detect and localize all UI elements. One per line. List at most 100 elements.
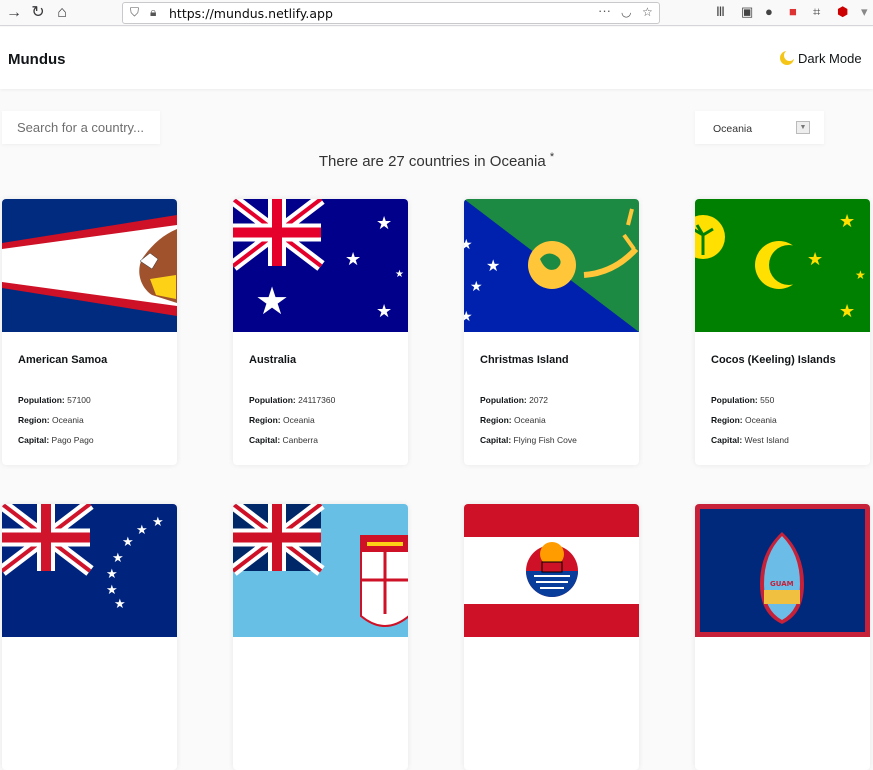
country-card[interactable]: ★ ★ ★ ★ ★ Australia Population: 24117360… [233,199,408,465]
region-stat: Region: Oceania [249,415,315,425]
grid-extension-icon[interactable]: ⌗ [813,4,820,20]
region-stat: Region: Oceania [711,415,777,425]
region-stat: Region: Oceania [480,415,546,425]
capital-value: Pago Pago [51,435,94,445]
population-label: Population: [711,395,758,405]
capital-stat: Capital: Flying Fish Cove [480,435,577,445]
browser-toolbar: → ↻ ⌂ ⛉ 🔒︎ https://mundus.netlify.app ··… [0,0,873,26]
country-name[interactable]: Australia [249,354,296,366]
svg-text:★: ★ [112,551,124,566]
page-actions-icon[interactable]: ··· [598,3,611,18]
moon-icon [780,50,795,65]
svg-text:GUAM: GUAM [770,580,794,588]
country-name[interactable]: Cocos (Keeling) Islands [711,354,836,366]
pocket-icon[interactable]: ◡ [621,5,631,19]
country-card[interactable]: ★ ★ ★ ★ Cocos (Keeling) Islands Populati… [695,199,870,465]
lock-icon: 🔒︎ [150,5,157,19]
flag-christmas-island: ★ ★ ★ ★ [464,199,639,332]
country-card[interactable] [464,504,639,770]
country-card[interactable]: American Samoa Population: 57100 Region:… [2,199,177,465]
dark-mode-label: Dark Mode [798,51,862,66]
population-stat: Population: 550 [711,395,774,405]
population-label: Population: [249,395,296,405]
svg-text:★: ★ [839,211,855,232]
region-label: Region: [249,415,281,425]
flag-french-polynesia [464,504,639,637]
svg-text:★: ★ [136,523,148,538]
region-stat: Region: Oceania [18,415,84,425]
capital-value: Flying Fish Cove [513,435,577,445]
region-value: Oceania [745,415,777,425]
country-card[interactable] [233,504,408,770]
capital-stat: Capital: Pago Pago [18,435,94,445]
flag-cocos-islands: ★ ★ ★ ★ [695,199,870,332]
summary-note: * [549,151,555,163]
app-header: Mundus Dark Mode [0,27,873,89]
home-icon[interactable]: ⌂ [52,3,72,23]
svg-text:★: ★ [855,268,866,282]
population-label: Population: [480,395,527,405]
flag-american-samoa [2,199,177,332]
svg-text:★: ★ [807,249,823,270]
population-value: 57100 [67,395,91,405]
population-value: 24117360 [298,395,336,405]
svg-text:★: ★ [106,567,118,582]
ublock-icon[interactable]: ⬢ [837,4,848,20]
capital-label: Capital: [249,435,281,445]
svg-text:★: ★ [470,279,483,295]
country-card[interactable]: GUAM [695,504,870,770]
region-label: Region: [711,415,743,425]
svg-text:★: ★ [464,237,473,253]
overflow-icon[interactable]: ▾ [861,4,868,20]
summary-prefix: There are [318,153,389,170]
svg-text:★: ★ [486,256,500,275]
dark-mode-toggle[interactable]: Dark Mode [780,50,862,66]
svg-text:★: ★ [839,301,855,322]
population-value: 550 [760,395,775,405]
search-input[interactable] [2,111,160,144]
results-summary: There are 27 countries in Oceania * [0,151,873,170]
flag-guam: GUAM [695,504,870,637]
flag-australia: ★ ★ ★ ★ ★ [233,199,408,332]
capital-label: Capital: [18,435,50,445]
flag-fiji [233,504,408,637]
reload-icon[interactable]: ↻ [28,3,48,23]
forward-icon[interactable]: → [4,3,24,23]
shield-icon[interactable]: ⛉ [130,5,139,20]
population-stat: Population: 2072 [480,395,548,405]
region-select[interactable]: Oceania ▼ [695,111,824,144]
svg-text:★: ★ [255,279,289,323]
bookmark-star-icon[interactable]: ☆ [642,5,653,19]
capital-label: Capital: [480,435,512,445]
country-name[interactable]: American Samoa [18,354,107,366]
region-value: Oceania [283,415,315,425]
svg-text:★: ★ [152,515,164,530]
population-label: Population: [18,395,65,405]
region-label: Region: [18,415,50,425]
capital-value: Canberra [282,435,318,445]
account-icon[interactable]: ● [765,4,773,19]
svg-text:★: ★ [395,269,404,280]
svg-text:★: ★ [345,249,361,270]
library-icon[interactable]: Ⅲ [716,4,725,20]
svg-text:★: ★ [376,213,392,234]
population-value: 2072 [529,395,549,405]
country-card[interactable]: ★ ★ ★ ★ Christmas Island Population: 207… [464,199,639,465]
results-count: 27 [388,153,405,170]
country-name[interactable]: Christmas Island [480,354,569,366]
brand-title[interactable]: Mundus [8,51,66,68]
svg-text:★: ★ [464,309,473,325]
country-card[interactable]: ★ ★ ★ ★ ★ ★ ★ [2,504,177,770]
sidebar-icon[interactable]: ▣ [741,4,753,20]
url-text[interactable]: https://mundus.netlify.app [169,6,333,21]
svg-text:★: ★ [114,597,126,612]
region-value: Oceania [514,415,546,425]
summary-suffix: countries in Oceania [404,153,546,170]
flag-cook-islands: ★ ★ ★ ★ ★ ★ ★ [2,504,177,637]
svg-text:★: ★ [106,583,118,598]
region-label: Region: [480,415,512,425]
capital-stat: Capital: West Island [711,435,789,445]
url-bar[interactable]: ⛉ 🔒︎ https://mundus.netlify.app ··· ◡ ☆ [122,2,660,24]
extension-icon[interactable]: ■ [789,4,797,19]
population-stat: Population: 57100 [18,395,91,405]
